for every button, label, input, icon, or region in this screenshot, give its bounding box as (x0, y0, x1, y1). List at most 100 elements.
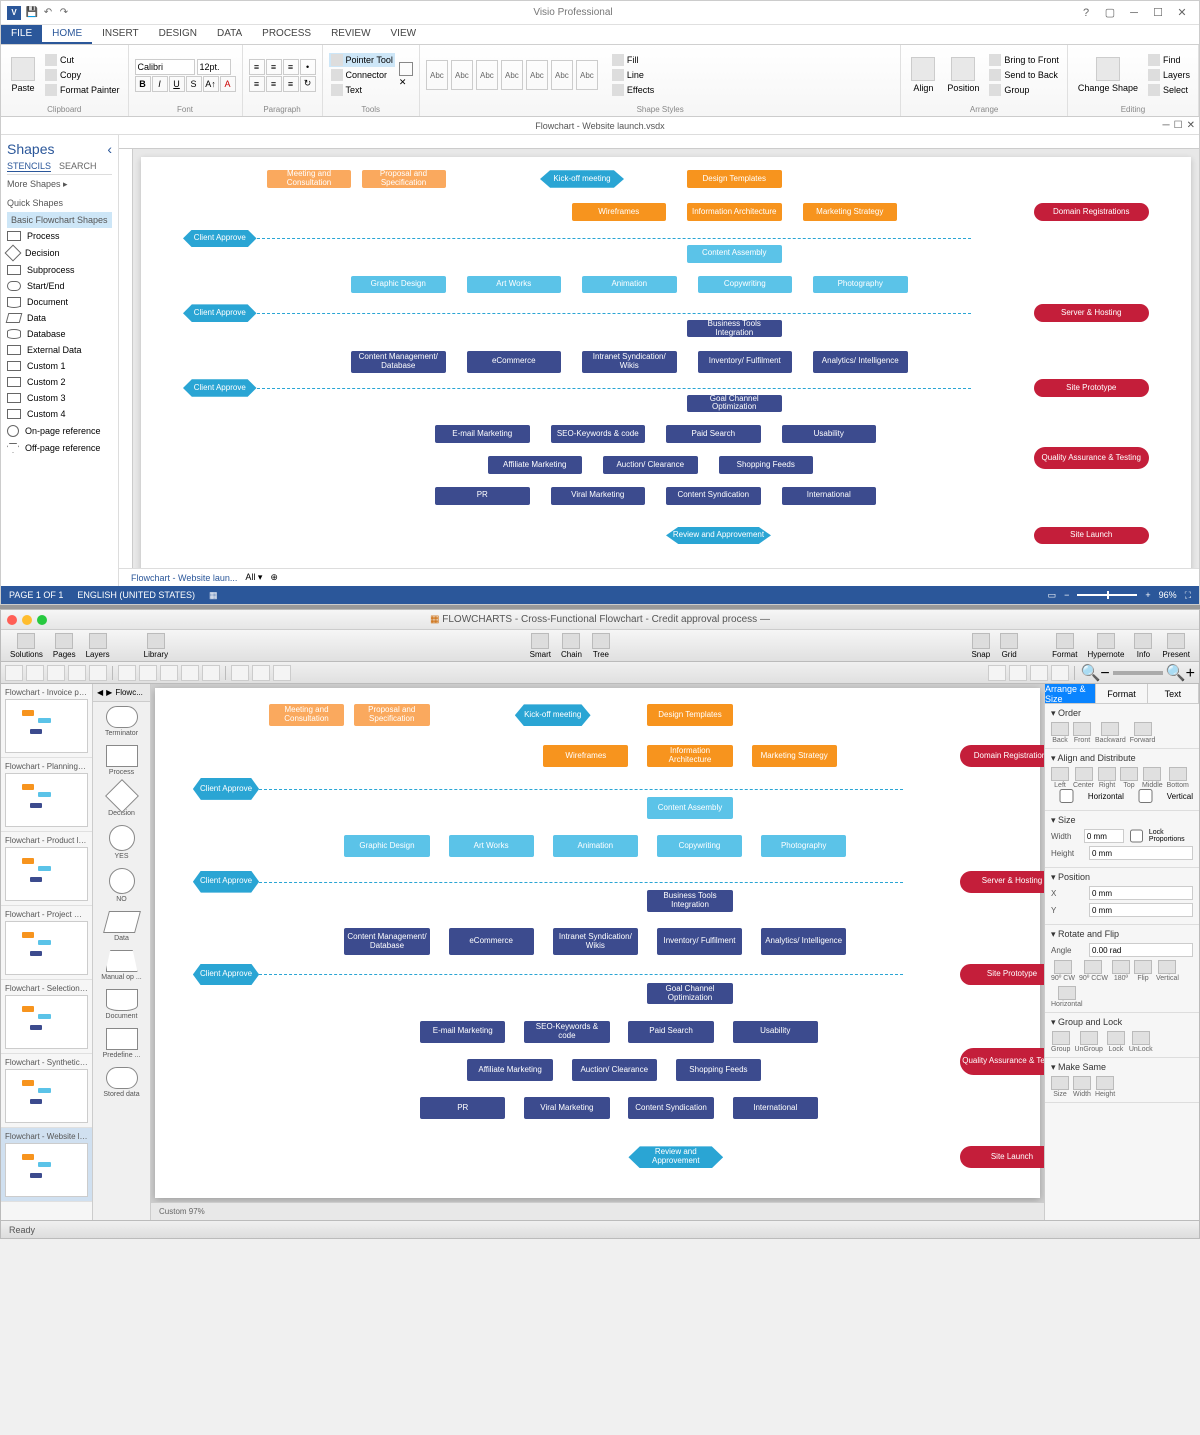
flowchart-shape[interactable]: Domain Registrations (1034, 203, 1150, 221)
shape-style-2[interactable]: Abc (451, 60, 473, 90)
page-thumbnail[interactable]: Flowchart - Product life... (1, 832, 92, 906)
align-middle-button[interactable]: Middle (1142, 767, 1163, 789)
flowchart-shape[interactable]: Intranet Syndication/ Wikis (553, 928, 638, 955)
connector-angle-tool[interactable] (181, 665, 199, 681)
flowchart-shape[interactable]: Paid Search (628, 1021, 713, 1043)
make-same-height-button[interactable]: Height (1095, 1076, 1115, 1098)
flowchart-shape[interactable]: Meeting and Consultation (267, 170, 351, 188)
flowchart-shape[interactable]: Copywriting (657, 835, 742, 857)
flowchart-shape[interactable]: Marketing Strategy (752, 745, 837, 767)
flowchart-shape[interactable]: Shopping Feeds (676, 1059, 761, 1081)
rectangle-tool-button[interactable] (399, 62, 413, 76)
tab-search[interactable]: SEARCH (59, 161, 97, 172)
close-icon[interactable]: ✕ (1171, 6, 1193, 20)
pointer-tool[interactable] (5, 665, 23, 681)
tab-review[interactable]: REVIEW (321, 25, 380, 44)
flowchart-shape[interactable]: Usability (782, 425, 877, 443)
flowchart-shape[interactable]: Content Management/ Database (344, 928, 429, 955)
flowchart-shape[interactable]: PR (435, 487, 530, 505)
bring-to-front-button[interactable]: Bring to Front (987, 53, 1061, 67)
flowchart-shape[interactable]: E-mail Marketing (420, 1021, 505, 1043)
shape-custom-1[interactable]: Custom 1 (7, 358, 112, 374)
align-top-button[interactable]: Top (1120, 767, 1138, 789)
flowchart-shape[interactable]: E-mail Marketing (435, 425, 530, 443)
flowchart-shape[interactable]: International (782, 487, 877, 505)
text-tool[interactable] (26, 665, 44, 681)
stencil-stored-data[interactable]: Stored data (93, 1063, 150, 1102)
shape-style-5[interactable]: Abc (526, 60, 548, 90)
tab-process[interactable]: PROCESS (252, 25, 321, 44)
client-approve-shape[interactable]: Client Approve (193, 778, 259, 800)
fit-page-icon[interactable]: ⛶ (1185, 590, 1191, 601)
layers-button[interactable]: Layers (83, 633, 113, 659)
copy-button[interactable]: Copy (43, 68, 122, 82)
stencil-terminator[interactable]: Terminator (93, 702, 150, 741)
group-ungroup-button[interactable]: UnGroup (1074, 1031, 1102, 1053)
present-button[interactable]: Present (1159, 633, 1193, 659)
font-name-input[interactable] (135, 59, 195, 75)
shape-style-7[interactable]: Abc (576, 60, 598, 90)
format-painter-button[interactable]: Format Painter (43, 83, 122, 97)
flowchart-shape[interactable]: PR (420, 1097, 505, 1119)
flowchart-shape[interactable]: Site Launch (1034, 527, 1150, 545)
flowchart-shape[interactable]: Inventory/ Fulfilment (698, 351, 793, 373)
flowchart-shape[interactable]: Shopping Feeds (719, 456, 814, 474)
tab-text[interactable]: Text (1148, 684, 1199, 703)
shape-style-6[interactable]: Abc (551, 60, 573, 90)
shape-style-3[interactable]: Abc (476, 60, 498, 90)
align-center-button[interactable]: Center (1073, 767, 1094, 789)
flowchart-shape[interactable]: Content Syndication (666, 487, 761, 505)
fill-tool[interactable] (231, 665, 249, 681)
zoom-label[interactable]: Custom 97% (159, 1207, 205, 1216)
align-right-button[interactable]: ≡ (283, 76, 299, 92)
rotate-horizontal-button[interactable]: Horizontal (1051, 986, 1083, 1008)
chain-connector-button[interactable]: Chain (558, 633, 585, 659)
angle-input[interactable] (1089, 943, 1193, 957)
flowchart-shape[interactable]: Site Launch (960, 1146, 1044, 1168)
shape-custom-3[interactable]: Custom 3 (7, 390, 112, 406)
flowchart-shape[interactable]: Design Templates (647, 704, 732, 726)
flowchart-shape[interactable]: Usability (733, 1021, 818, 1043)
stencil-document[interactable]: Document (93, 985, 150, 1024)
shape-document[interactable]: Document (7, 294, 112, 310)
stencil-decision[interactable]: Decision (93, 780, 150, 821)
close-tool-icon[interactable]: ✕ (399, 77, 413, 88)
info-button[interactable]: Info (1131, 633, 1155, 659)
tab-stencils[interactable]: STENCILS (7, 161, 51, 172)
all-pages-button[interactable]: All ▾ (245, 572, 262, 583)
page-thumbnail[interactable]: Flowchart - Project man... (1, 906, 92, 980)
flowchart-shape[interactable]: Business Tools Integration (687, 320, 782, 338)
shape-off-page-reference[interactable]: Off-page reference (7, 440, 112, 456)
flowchart-shape[interactable]: SEO-Keywords & code (524, 1021, 609, 1043)
underline-button[interactable]: U (169, 76, 185, 92)
flowchart-shape[interactable]: Intranet Syndication/ Wikis (582, 351, 677, 373)
panel-collapse-icon[interactable]: ‹ (107, 141, 112, 157)
page-thumbnail[interactable]: Flowchart - Planning pr... (1, 758, 92, 832)
align-middle-button[interactable]: ≡ (266, 59, 282, 75)
flowchart-shape[interactable]: eCommerce (467, 351, 562, 373)
shape-style-1[interactable]: Abc (426, 60, 448, 90)
mac-minimize-icon[interactable] (22, 615, 32, 625)
shape-decision[interactable]: Decision (7, 244, 112, 262)
flowchart-shape[interactable]: Viral Marketing (524, 1097, 609, 1119)
italic-button[interactable]: I (152, 76, 168, 92)
minimize-icon[interactable]: ─ (1123, 6, 1145, 20)
make-same-size-button[interactable]: Size (1051, 1076, 1069, 1098)
rotate-flip-button[interactable]: Flip (1134, 960, 1152, 982)
ellipse-tool[interactable] (68, 665, 86, 681)
flowchart-shape[interactable]: Inventory/ Fulfilment (657, 928, 742, 955)
flowchart-shape[interactable]: Animation (582, 276, 677, 294)
flowchart-shape[interactable]: Art Works (467, 276, 562, 294)
flowchart-shape[interactable]: Kick-off meeting (515, 704, 591, 726)
add-page-button[interactable]: ⊕ (270, 572, 278, 583)
shape-database[interactable]: Database (7, 326, 112, 342)
connector-arc-tool[interactable] (160, 665, 178, 681)
align-right-button[interactable]: Right (1098, 767, 1116, 789)
flowchart-shape[interactable]: Auction/ Clearance (572, 1059, 657, 1081)
align-center-button[interactable]: ≡ (266, 76, 282, 92)
flowchart-shape[interactable]: Photography (761, 835, 846, 857)
client-approve-shape[interactable]: Client Approve (183, 230, 257, 248)
connector-curve-tool[interactable] (139, 665, 157, 681)
height-input[interactable] (1089, 846, 1193, 860)
flowchart-shape[interactable]: SEO-Keywords & code (551, 425, 646, 443)
